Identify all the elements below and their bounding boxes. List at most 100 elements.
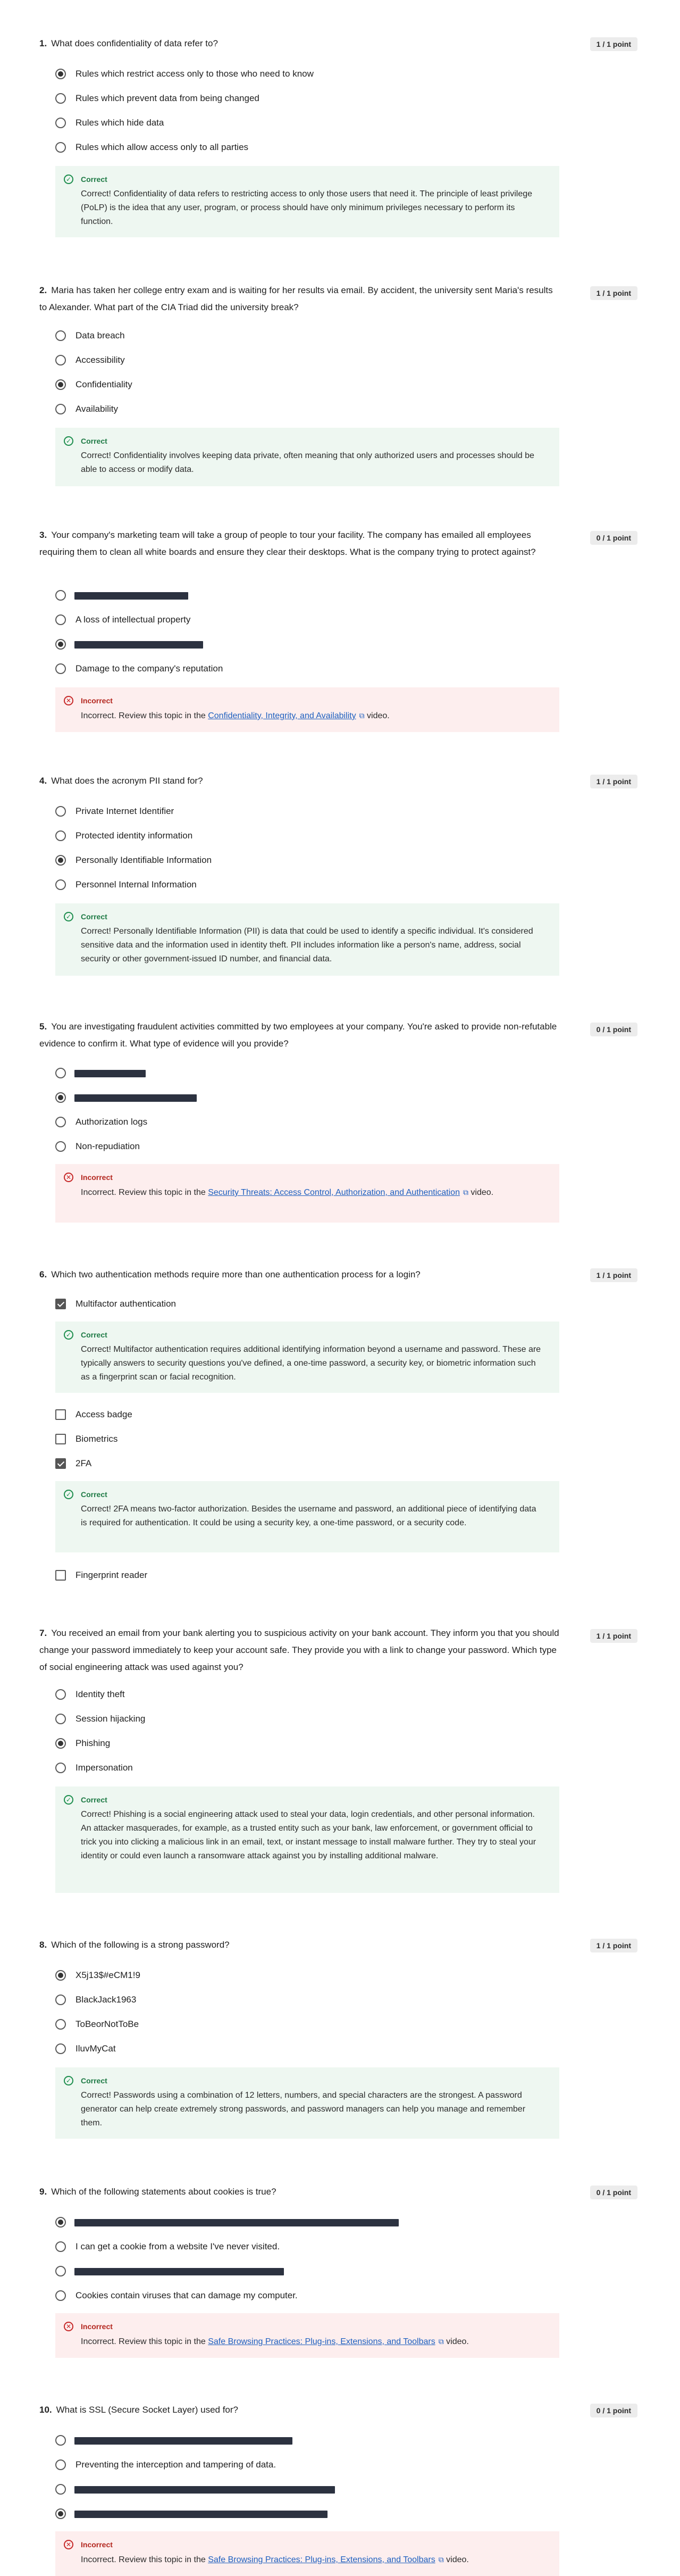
answer-option[interactable]	[55, 637, 534, 653]
score-badge: 1 / 1 point	[590, 1268, 637, 1282]
external-link-icon: ⧉	[463, 1188, 468, 1196]
answer-option[interactable]: Identity theft	[55, 1688, 534, 1704]
checkbox[interactable]	[55, 1434, 66, 1444]
answer-option[interactable]: Biometrics	[55, 1432, 534, 1448]
check-circle-icon: ✓	[64, 436, 73, 446]
answer-option[interactable]: Confidentiality	[55, 378, 534, 394]
radio-button[interactable]	[55, 1995, 66, 2005]
answer-option[interactable]: Impersonation	[55, 1761, 534, 1777]
option-label: Damage to the company's reputation	[75, 663, 223, 674]
radio-button[interactable]	[55, 355, 66, 365]
radio-button[interactable]	[55, 2217, 66, 2228]
answer-option[interactable]: IluvMyCat	[55, 2042, 534, 2058]
radio-button[interactable]	[55, 1141, 66, 1152]
answer-option[interactable]: Private Internet Identifier	[55, 804, 534, 820]
x-circle-icon: ✕	[64, 696, 73, 705]
radio-button[interactable]	[55, 2241, 66, 2252]
radio-button[interactable]	[55, 93, 66, 104]
answer-option[interactable]: Phishing	[55, 1736, 534, 1752]
answer-option[interactable]: Protected identity information	[55, 829, 534, 845]
answer-option[interactable]: Personnel Internal Information	[55, 878, 534, 894]
redacted-answer	[74, 2437, 292, 2445]
radio-button[interactable]	[55, 1689, 66, 1700]
radio-button[interactable]	[55, 1117, 66, 1127]
answer-option[interactable]: Rules which allow access only to all par…	[55, 140, 534, 156]
answer-option[interactable]	[55, 2482, 534, 2498]
option-label: IluvMyCat	[75, 2043, 116, 2054]
radio-button[interactable]	[55, 404, 66, 414]
answer-option[interactable]: ToBeorNotToBe	[55, 2017, 534, 2033]
answer-option[interactable]: 2FA	[55, 1457, 534, 1473]
answer-option[interactable]: Authorization logs	[55, 1115, 534, 1131]
radio-button[interactable]	[55, 2435, 66, 2446]
answer-option[interactable]	[55, 2507, 534, 2523]
radio-button[interactable]	[55, 830, 66, 841]
answer-option[interactable]	[55, 2433, 534, 2449]
radio-button[interactable]	[55, 1738, 66, 1749]
answer-option[interactable]: Preventing the interception and tamperin…	[55, 2458, 534, 2474]
answer-option[interactable]: Fingerprint reader	[55, 1568, 534, 1584]
radio-button[interactable]	[55, 2508, 66, 2519]
radio-button[interactable]	[55, 1970, 66, 1981]
checkbox[interactable]	[55, 1299, 66, 1309]
answer-option[interactable]	[55, 1066, 534, 1082]
radio-button[interactable]	[55, 142, 66, 153]
radio-button[interactable]	[55, 2043, 66, 2054]
video-link[interactable]: Safe Browsing Practices: Plug-ins, Exten…	[208, 2337, 435, 2346]
answer-option[interactable]: Multifactor authentication	[55, 1297, 534, 1313]
answer-option[interactable]: BlackJack1963	[55, 1993, 534, 2009]
radio-button[interactable]	[55, 1068, 66, 1078]
option-label: BlackJack1963	[75, 1995, 137, 2005]
answer-option[interactable]	[55, 1091, 534, 1107]
answer-option[interactable]: Rules which restrict access only to thos…	[55, 67, 534, 83]
feedback-text: Incorrect. Review this topic in the Safe…	[81, 2553, 544, 2567]
answer-option[interactable]: X5j13$#eCM1!9	[55, 1968, 534, 1984]
answer-option[interactable]: Cookies contain viruses that can damage …	[55, 2289, 534, 2305]
answer-option[interactable]: Access badge	[55, 1408, 534, 1424]
radio-button[interactable]	[55, 2484, 66, 2495]
checkbox[interactable]	[55, 1570, 66, 1581]
radio-button[interactable]	[55, 1714, 66, 1724]
radio-button[interactable]	[55, 590, 66, 601]
answer-option[interactable]: Damage to the company's reputation	[55, 662, 534, 678]
answer-option[interactable]: A loss of intellectual property	[55, 613, 534, 629]
answer-option[interactable]: Data breach	[55, 329, 534, 345]
radio-button[interactable]	[55, 879, 66, 890]
radio-button[interactable]	[55, 1092, 66, 1103]
video-link[interactable]: Safe Browsing Practices: Plug-ins, Exten…	[208, 2555, 435, 2564]
video-link[interactable]: Confidentiality, Integrity, and Availabi…	[208, 711, 356, 720]
option-label: Personnel Internal Information	[75, 879, 197, 890]
radio-button[interactable]	[55, 1763, 66, 1773]
radio-button[interactable]	[55, 614, 66, 625]
answer-option[interactable]: Availability	[55, 402, 534, 418]
answer-option[interactable]	[55, 588, 534, 604]
answer-option[interactable]: Non-repudiation	[55, 1140, 534, 1156]
radio-button[interactable]	[55, 855, 66, 866]
checkbox[interactable]	[55, 1458, 66, 1469]
radio-button[interactable]	[55, 330, 66, 341]
radio-button[interactable]	[55, 2266, 66, 2276]
radio-button[interactable]	[55, 806, 66, 817]
answer-option[interactable]: Rules which prevent data from being chan…	[55, 92, 534, 107]
answer-option[interactable]	[55, 2215, 534, 2231]
radio-button[interactable]	[55, 118, 66, 128]
radio-button[interactable]	[55, 2459, 66, 2470]
checkbox[interactable]	[55, 1409, 66, 1420]
radio-button[interactable]	[55, 639, 66, 650]
option-label: Session hijacking	[75, 1714, 146, 1724]
radio-button[interactable]	[55, 69, 66, 79]
video-link[interactable]: Security Threats: Access Control, Author…	[208, 1188, 460, 1197]
x-circle-icon: ✕	[64, 1173, 73, 1182]
answer-option[interactable]: Accessibility	[55, 353, 534, 369]
answer-option[interactable]: Session hijacking	[55, 1712, 534, 1728]
radio-button[interactable]	[55, 379, 66, 390]
option-label: Accessibility	[75, 355, 125, 365]
radio-button[interactable]	[55, 663, 66, 674]
answer-option[interactable]: Personally Identifiable Information	[55, 853, 534, 869]
radio-button[interactable]	[55, 2019, 66, 2030]
radio-button[interactable]	[55, 2290, 66, 2301]
answer-option[interactable]: I can get a cookie from a website I've n…	[55, 2240, 534, 2256]
answer-option[interactable]: Rules which hide data	[55, 116, 534, 132]
question-prompt: 1. What does confidentiality of data refe…	[39, 35, 560, 52]
answer-option[interactable]	[55, 2264, 534, 2280]
